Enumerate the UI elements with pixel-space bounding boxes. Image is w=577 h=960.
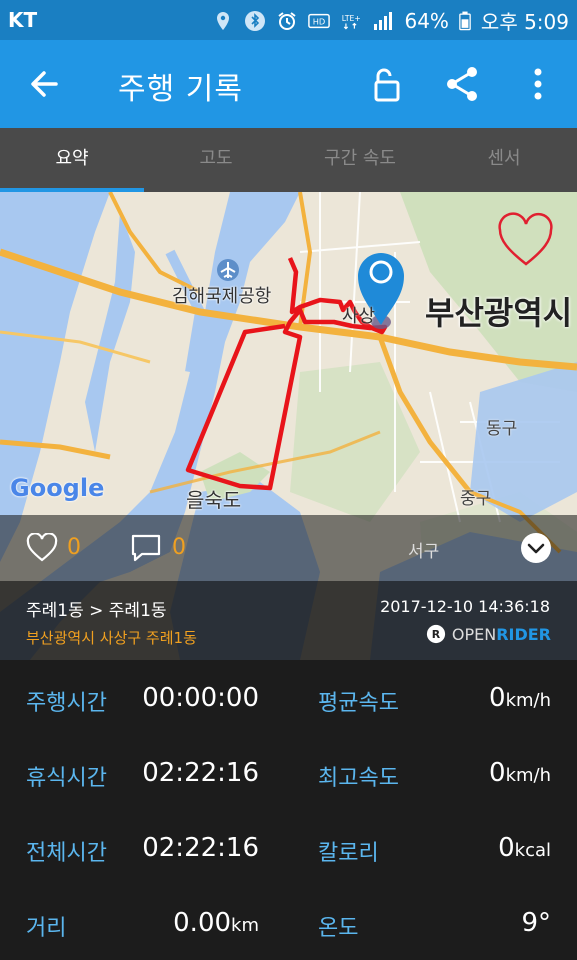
max-speed-value: 0 [489,758,506,788]
openrider-mark-icon: R [426,624,445,644]
bluetooth-icon [245,10,266,31]
carrier-label: KT [8,8,38,32]
avg-speed-label: 평균속도 [318,691,399,716]
max-speed-field: 0km/h [489,758,551,788]
page-title: 주행 기록 [118,72,243,107]
battery-percent: 64% [404,8,449,33]
brand-open: OPEN [451,624,497,644]
calories-label: 칼로리 [318,841,379,866]
comment-count: 0 [172,535,186,560]
tab-altitude[interactable]: 고도 [144,128,288,192]
calories-unit: kcal [514,840,551,861]
svg-text:R: R [432,628,441,641]
tab-summary[interactable]: 요약 [0,128,144,192]
brand-rider: RIDER [496,624,551,644]
total-time-value: 02:22:16 [142,833,259,863]
social-bar: 0 0 서구 [0,515,577,581]
status-icons: HD LTE+ 64% 오후 5:09 [212,6,569,35]
tab-sensor[interactable]: 센서 [432,128,576,192]
map-label-sasang: 사상 [342,306,376,327]
total-time-label: 전체시간 [26,841,107,866]
max-speed-label: 최고속도 [318,766,399,791]
map-label-busan: 부산광역시 [425,294,573,332]
hd-icon: HD [308,13,331,28]
route-info: 주례1동 > 주례1동 부산광역시 사상구 주례1동 2017-12-10 14… [0,581,577,660]
map-label-seogu: 서구 [408,542,440,562]
riding-time-value: 00:00:00 [142,683,259,713]
max-speed-unit: km/h [505,765,551,786]
svg-text:HD: HD [313,16,326,26]
avg-speed-unit: km/h [505,690,551,711]
tab-section-speed[interactable]: 구간 속도 [288,128,432,192]
temperature-value: 9° [521,908,551,938]
battery-icon [459,11,471,30]
map-label-donggu: 동구 [486,419,518,439]
share-icon[interactable] [440,62,484,106]
rest-time-label: 휴식시간 [26,766,107,791]
expand-chevron-icon[interactable] [520,532,552,564]
rest-time-value: 02:22:16 [142,758,259,788]
distance-field: 0.00km [173,908,259,938]
signal-icon [374,11,393,30]
route-from-to: 주례1동 > 주례1동 [26,601,167,621]
avg-speed-field: 0km/h [489,683,551,713]
app-bar: 주행 기록 [0,40,577,128]
tab-bar: 요약 고도 구간 속도 센서 [0,128,577,192]
distance-unit: km [231,915,259,936]
openrider-logo: R OPENRIDER [426,624,551,644]
route-datetime: 2017-12-10 14:36:18 [380,597,550,616]
heart-icon[interactable] [26,533,58,563]
like-count: 0 [67,535,81,560]
lte-icon: LTE+ [342,14,361,29]
clock: 오후 5:09 [480,10,569,34]
map-label-eulsukdo: 을숙도 [186,488,242,512]
calories-value: 0 [498,833,515,863]
distance-value: 0.00 [173,908,232,938]
riding-time-label: 주행시간 [26,691,107,716]
stats-panel: 주행시간 00:00:00 평균속도 0km/h 휴식시간 02:22:16 최… [0,660,577,960]
status-bar: KT HD LTE+ 64% 오후 5:09 [0,0,577,40]
back-arrow-icon[interactable] [26,62,66,106]
temperature-label: 온도 [318,916,359,941]
calories-field: 0kcal [498,833,551,863]
distance-label: 거리 [26,916,67,941]
location-icon [217,11,230,30]
unlock-icon[interactable] [364,62,408,106]
more-vert-icon[interactable] [516,62,560,106]
google-logo: Google [10,474,105,502]
map-label-junggu: 중구 [460,489,492,509]
avg-speed-value: 0 [489,683,506,713]
route-address: 부산광역시 사상구 주례1동 [26,629,197,647]
alarm-icon [278,11,297,30]
map-label-airport: 김해국제공항 [172,286,272,307]
svg-text:LTE+: LTE+ [342,14,361,23]
comment-icon[interactable] [130,533,162,563]
